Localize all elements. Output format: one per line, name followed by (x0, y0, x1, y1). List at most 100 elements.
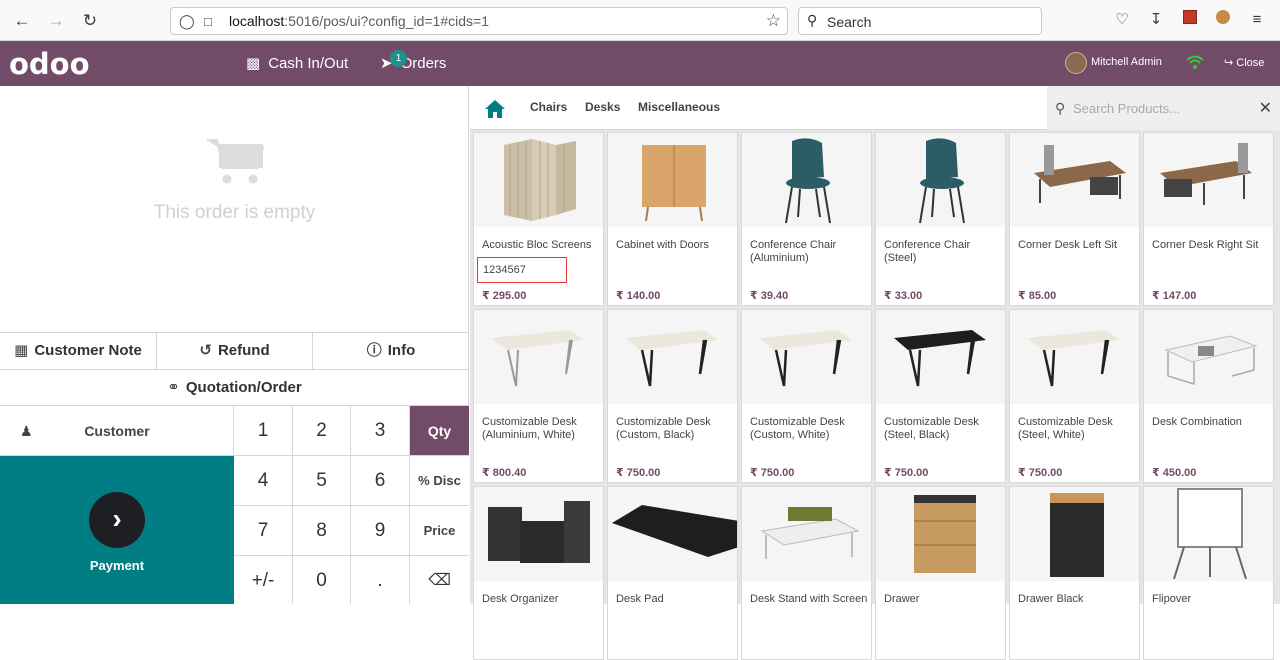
product-card[interactable]: Customizable Desk (Custom, Black) ₹ 750.… (607, 309, 738, 483)
product-image (876, 487, 1005, 581)
product-card[interactable]: Desk Pad (607, 486, 738, 660)
numpad-key-3[interactable]: 3 (351, 406, 410, 456)
quotation-order-button[interactable]: ⚭ Quotation/Order (0, 370, 469, 406)
product-card[interactable]: Conference Chair (Aluminium) ₹ 39.40 (741, 132, 872, 306)
info-icon: ⓘ (366, 342, 382, 359)
link-icon: ⚭ (167, 379, 180, 396)
product-name: Desk Stand with Screen (750, 593, 868, 605)
product-card[interactable]: Drawer Black (1009, 486, 1140, 660)
numpad-key-0[interactable]: 0 (293, 556, 351, 604)
numpad-qty-button[interactable]: Qty (410, 406, 469, 456)
note-icon: ▦ (14, 342, 29, 359)
payment-button[interactable]: › Payment (0, 456, 234, 604)
product-card[interactable]: Customizable Desk (Custom, White) ₹ 750.… (741, 309, 872, 483)
product-image (1144, 487, 1273, 581)
product-image (1144, 133, 1273, 227)
product-card[interactable]: Cabinet with Doors ₹ 140.00 (607, 132, 738, 306)
product-card[interactable]: Conference Chair (Steel) ₹ 33.00 (875, 132, 1006, 306)
browser-search[interactable]: ⚲ Search (798, 7, 1042, 35)
home-icon[interactable] (484, 99, 506, 119)
numpad-key-2[interactable]: 2 (293, 406, 351, 456)
product-image (474, 133, 603, 227)
cash-in-out-button[interactable]: ▩ Cash In/Out (246, 54, 348, 72)
product-price: ₹ 750.00 (616, 467, 661, 479)
customer-note-label: Customer Note (34, 342, 142, 359)
reload-icon[interactable]: ↻ (80, 11, 100, 31)
product-name: Customizable Desk (Custom, Black) (616, 416, 711, 441)
product-price: ₹ 85.00 (1018, 290, 1057, 302)
product-card[interactable]: Acoustic Bloc Screens 1234567 ₹ 295.00 (473, 132, 604, 306)
product-name: Conference Chair (Aluminium) (750, 239, 837, 264)
order-empty-state: This order is empty (0, 86, 469, 332)
category-miscellaneous[interactable]: Miscellaneous (638, 100, 720, 114)
product-price: ₹ 140.00 (616, 290, 661, 302)
product-name: Cabinet with Doors (616, 239, 709, 251)
product-card[interactable]: Corner Desk Left Sit ₹ 85.00 (1009, 132, 1140, 306)
product-image (608, 133, 737, 227)
product-panel: Chairs Desks Miscellaneous ⚲ Search Prod… (470, 86, 1280, 660)
refund-button[interactable]: ↺ Refund (157, 333, 313, 369)
numpad-key-8[interactable]: 8 (293, 506, 351, 556)
clear-search-icon[interactable]: ✕ (1259, 98, 1272, 118)
numpad-key-6[interactable]: 6 (351, 456, 410, 506)
product-search[interactable]: ⚲ Search Products... ✕ (1047, 86, 1280, 130)
money-icon: ▩ (246, 55, 261, 72)
url-text: localhost:5016/pos/ui?config_id=1#cids=1 (229, 13, 489, 29)
product-name: Customizable Desk (Steel, Black) (884, 416, 979, 441)
info-button[interactable]: ⓘ Info (313, 333, 469, 369)
product-card[interactable]: Customizable Desk (Aluminium, White) ₹ 8… (473, 309, 604, 483)
product-name: Customizable Desk (Steel, White) (1018, 416, 1113, 441)
avatar (1065, 52, 1087, 74)
address-bar[interactable]: ◯ □ localhost:5016/pos/ui?config_id=1#ci… (170, 7, 788, 35)
product-card[interactable]: Customizable Desk (Steel, White) ₹ 750.0… (1009, 309, 1140, 483)
empty-order-text: This order is empty (153, 202, 316, 223)
product-name: Conference Chair (Steel) (884, 239, 971, 264)
category-bar: Chairs Desks Miscellaneous ⚲ Search Prod… (470, 86, 1280, 130)
product-image (742, 310, 871, 404)
product-card[interactable]: Corner Desk Right Sit ₹ 147.00 (1143, 132, 1274, 306)
numpad-disc-button[interactable]: % Disc (410, 456, 469, 506)
product-image (742, 133, 871, 227)
back-icon[interactable]: ← (12, 11, 32, 31)
numpad-plus-minus[interactable]: +/- (234, 556, 293, 604)
product-price: ₹ 33.00 (884, 290, 923, 302)
chevron-right-icon: › (89, 492, 145, 548)
product-name: Flipover (1152, 593, 1192, 605)
numpad-key-1[interactable]: 1 (234, 406, 293, 456)
numpad-price-button[interactable]: Price (410, 506, 469, 556)
product-card[interactable]: Drawer (875, 486, 1006, 660)
cash-label: Cash In/Out (268, 55, 349, 72)
product-card[interactable]: Desk Combination ₹ 450.00 (1143, 309, 1274, 483)
barcode-input[interactable]: 1234567 (477, 257, 567, 283)
numpad-key-7[interactable]: 7 (234, 506, 293, 556)
product-price: ₹ 39.40 (750, 290, 789, 302)
numpad-key-5[interactable]: 5 (293, 456, 351, 506)
product-name: Drawer Black (1018, 593, 1084, 605)
product-card[interactable]: Customizable Desk (Steel, Black) ₹ 750.0… (875, 309, 1006, 483)
category-chairs[interactable]: Chairs (530, 100, 567, 114)
product-name: Corner Desk Left Sit (1018, 239, 1118, 251)
bookmark-star-icon[interactable]: ☆ (766, 11, 781, 31)
forward-icon[interactable]: → (46, 11, 66, 31)
pocket-icon[interactable]: ♡ (1112, 10, 1132, 30)
download-icon[interactable]: ↧ (1146, 10, 1166, 30)
backspace-icon[interactable]: ⌫ (410, 556, 469, 604)
search-icon: ⚲ (1055, 100, 1066, 116)
customer-note-button[interactable]: ▦ Customer Note (0, 333, 157, 369)
product-card[interactable]: Desk Stand with Screen (741, 486, 872, 660)
product-card[interactable]: Desk Organizer (473, 486, 604, 660)
refund-label: Refund (217, 342, 270, 359)
browser-toolbar: ← → ↻ ◯ □ localhost:5016/pos/ui?config_i… (0, 0, 1280, 41)
monkey-extension-icon[interactable] (1213, 10, 1233, 30)
close-button[interactable]: ↪ Close (1224, 56, 1264, 69)
customer-button[interactable]: ♟ Customer (0, 406, 234, 456)
extension-icon[interactable] (1180, 10, 1200, 30)
product-name: Desk Pad (616, 593, 664, 605)
category-desks[interactable]: Desks (585, 100, 620, 114)
numpad-key-4[interactable]: 4 (234, 456, 293, 506)
numpad-key-9[interactable]: 9 (351, 506, 410, 556)
numpad-decimal[interactable]: . (351, 556, 410, 604)
product-price: ₹ 750.00 (884, 467, 929, 479)
menu-icon[interactable]: ≡ (1247, 10, 1267, 30)
product-card[interactable]: Flipover (1143, 486, 1274, 660)
